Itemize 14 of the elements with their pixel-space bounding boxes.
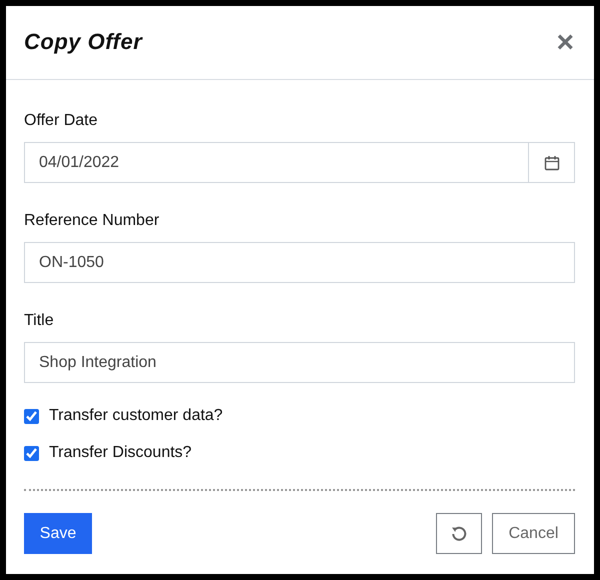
checkbox[interactable] [24, 408, 39, 424]
reset-button[interactable] [436, 513, 482, 554]
dialog-title: Copy Offer [24, 29, 142, 56]
checkbox-label: Transfer customer data? [49, 406, 223, 426]
field-label: Title [24, 311, 54, 331]
field-label: Offer Date [24, 111, 98, 131]
checkbox[interactable] [24, 446, 39, 460]
calendar-icon [544, 154, 560, 170]
save-button[interactable]: Save [24, 513, 92, 554]
reset-icon [451, 526, 467, 542]
checkbox-label: Transfer Discounts? [49, 443, 192, 463]
close-button[interactable]: × [554, 28, 576, 58]
cancel-button[interactable]: Cancel [492, 513, 575, 554]
field-label: Reference Number [24, 211, 160, 231]
